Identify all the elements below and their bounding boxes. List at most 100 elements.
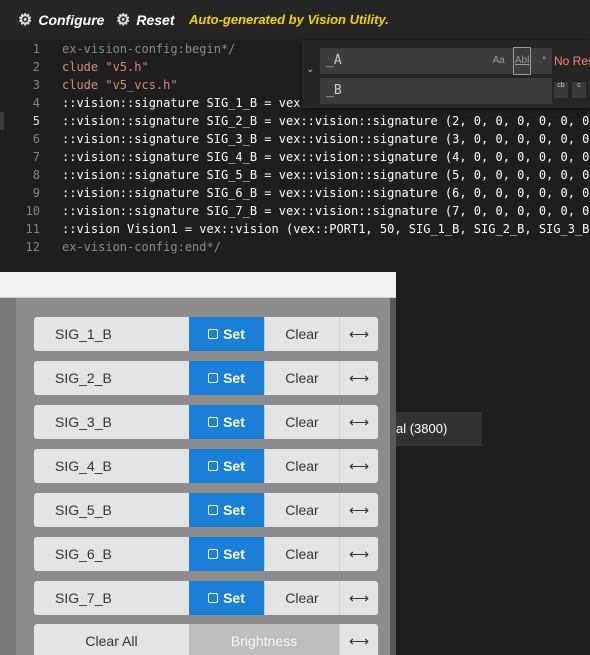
replace-input-value: _B bbox=[326, 83, 342, 98]
regex-toggle[interactable]: .* bbox=[539, 48, 546, 74]
code-line: clude "v5_vcs.h" bbox=[62, 78, 178, 92]
clear-button[interactable]: Clear bbox=[264, 493, 339, 527]
window-title-bar bbox=[0, 272, 396, 298]
set-button[interactable]: Set bbox=[189, 581, 264, 615]
range-icon[interactable]: ⟷ bbox=[339, 317, 378, 351]
code-line: ::vision::signature SIG_2_B = vex::visio… bbox=[62, 114, 590, 128]
signature-row: SIG_3_B Set Clear ⟷ bbox=[34, 405, 378, 439]
range-icon[interactable]: ⟷ bbox=[339, 624, 378, 655]
code-line: ::vision::signature SIG_6_B = vex::visio… bbox=[62, 186, 590, 200]
range-icon[interactable]: ⟷ bbox=[339, 405, 378, 439]
code-line: ::vision::signature SIG_1_B = vex:: bbox=[62, 96, 315, 110]
gear-icon: ⚙ bbox=[116, 12, 131, 29]
code-line: ::vision::signature SIG_3_B = vex::visio… bbox=[62, 132, 590, 146]
line-number: 6 bbox=[32, 132, 40, 146]
signature-name[interactable]: SIG_7_B bbox=[34, 581, 189, 615]
signature-row: SIG_5_B Set Clear ⟷ bbox=[34, 493, 378, 527]
line-number: 10 bbox=[25, 204, 40, 218]
set-button[interactable]: Set bbox=[189, 537, 264, 571]
code-line: ::vision::signature SIG_5_B = vex::visio… bbox=[62, 168, 590, 182]
find-options: Aa Abl .* bbox=[493, 47, 546, 75]
configure-label: Configure bbox=[38, 12, 105, 28]
set-label: Set bbox=[223, 590, 245, 606]
checkbox-icon bbox=[208, 505, 219, 515]
set-label: Set bbox=[223, 370, 245, 386]
range-icon[interactable]: ⟷ bbox=[339, 449, 378, 483]
line-number: 8 bbox=[32, 168, 40, 182]
set-button[interactable]: Set bbox=[189, 405, 264, 439]
set-label: Set bbox=[223, 546, 245, 562]
auto-generated-note: Auto-generated by Vision Utility. bbox=[189, 12, 389, 27]
replace-input[interactable]: _B bbox=[320, 78, 552, 104]
replace-one-icon[interactable]: cb bbox=[554, 82, 568, 98]
set-button[interactable]: Set bbox=[189, 493, 264, 527]
bottom-controls: Clear All Brightness ⟷ bbox=[34, 624, 378, 655]
checkbox-icon bbox=[208, 329, 219, 339]
range-icon[interactable]: ⟷ bbox=[339, 537, 378, 571]
clear-button[interactable]: Clear bbox=[264, 361, 339, 395]
checkbox-icon bbox=[208, 417, 219, 427]
checkbox-icon bbox=[208, 593, 219, 603]
signature-name[interactable]: SIG_4_B bbox=[34, 449, 189, 483]
code-line: clude "v5.h" bbox=[62, 60, 149, 74]
line-number: 7 bbox=[32, 150, 40, 164]
set-button[interactable]: Set bbox=[189, 317, 264, 351]
signature-name[interactable]: SIG_5_B bbox=[34, 493, 189, 527]
line-number: 1 bbox=[32, 42, 40, 56]
find-result-status: No Res bbox=[554, 54, 590, 68]
chevron-down-icon[interactable]: ⌄ bbox=[306, 64, 314, 75]
signature-row: SIG_4_B Set Clear ⟷ bbox=[34, 449, 378, 483]
replace-all-icon[interactable]: c bbox=[572, 82, 586, 98]
line-number: 12 bbox=[25, 240, 40, 254]
reset-label: Reset bbox=[136, 12, 175, 28]
range-icon[interactable]: ⟷ bbox=[339, 581, 378, 615]
line-number: 3 bbox=[32, 78, 40, 92]
code-line: ::vision::signature SIG_4_B = vex::visio… bbox=[62, 150, 590, 164]
clear-button[interactable]: Clear bbox=[264, 405, 339, 439]
code-line: ::vision::signature SIG_7_B = vex::visio… bbox=[62, 204, 590, 218]
code-line: ex-vision-config:end*/ bbox=[62, 240, 221, 254]
set-label: Set bbox=[223, 326, 245, 342]
window-side-strip bbox=[0, 298, 16, 655]
signature-row: SIG_1_B Set Clear ⟷ bbox=[34, 317, 378, 351]
line-number: 2 bbox=[32, 60, 40, 74]
terminal-tab[interactable]: al (3800) bbox=[392, 412, 482, 446]
signature-row: SIG_2_B Set Clear ⟷ bbox=[34, 361, 378, 395]
code-line: ex-vision-config:begin*/ bbox=[62, 42, 236, 56]
vision-utility-window: SIG_1_B Set Clear ⟷ SIG_2_B Set Clear ⟷ … bbox=[0, 272, 396, 655]
checkbox-icon bbox=[208, 549, 219, 559]
set-label: Set bbox=[223, 414, 245, 430]
clear-button[interactable]: Clear bbox=[264, 449, 339, 483]
set-label: Set bbox=[223, 458, 245, 474]
gear-icon: ⚙ bbox=[18, 12, 33, 29]
brightness-button[interactable]: Brightness bbox=[189, 624, 339, 655]
range-icon[interactable]: ⟷ bbox=[339, 493, 378, 527]
configure-button[interactable]: ⚙ Configure bbox=[18, 0, 104, 40]
set-button[interactable]: Set bbox=[189, 361, 264, 395]
vision-toolbar: ⚙ Configure ⚙ Reset Auto-generated by Vi… bbox=[0, 0, 590, 40]
signature-row: SIG_6_B Set Clear ⟷ bbox=[34, 537, 378, 571]
signature-name[interactable]: SIG_6_B bbox=[34, 537, 189, 571]
set-button[interactable]: Set bbox=[189, 449, 264, 483]
clear-button[interactable]: Clear bbox=[264, 537, 339, 571]
line-number: 4 bbox=[32, 96, 40, 110]
line-number: 9 bbox=[32, 186, 40, 200]
whole-word-toggle[interactable]: Abl bbox=[512, 47, 532, 75]
replace-actions: cb c bbox=[554, 82, 586, 98]
range-icon[interactable]: ⟷ bbox=[339, 361, 378, 395]
checkbox-icon bbox=[208, 373, 219, 383]
signature-row: SIG_7_B Set Clear ⟷ bbox=[34, 581, 378, 615]
checkbox-icon bbox=[208, 461, 219, 471]
find-input-value: _A bbox=[326, 53, 342, 68]
clear-button[interactable]: Clear bbox=[264, 317, 339, 351]
reset-button[interactable]: ⚙ Reset bbox=[116, 0, 174, 40]
signature-name[interactable]: SIG_1_B bbox=[34, 317, 189, 351]
match-case-toggle[interactable]: Aa bbox=[493, 48, 505, 74]
signature-name[interactable]: SIG_2_B bbox=[34, 361, 189, 395]
clear-button[interactable]: Clear bbox=[264, 581, 339, 615]
signature-name[interactable]: SIG_3_B bbox=[34, 405, 189, 439]
line-number: 11 bbox=[25, 222, 40, 236]
clear-all-button[interactable]: Clear All bbox=[34, 624, 189, 655]
find-replace-widget: ⌄ _A Aa Abl .* No Res _B cb c bbox=[302, 40, 590, 108]
find-input[interactable]: _A Aa Abl .* bbox=[320, 47, 552, 75]
